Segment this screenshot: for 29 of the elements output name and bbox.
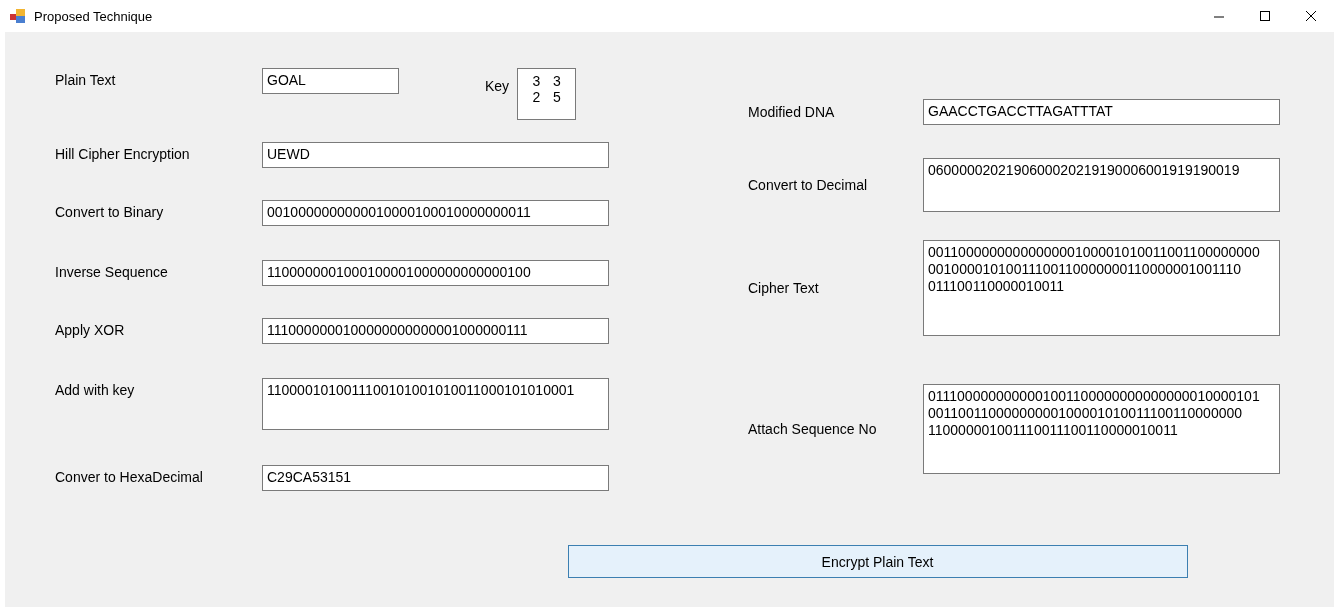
field-label: Inverse Sequence [55, 263, 169, 280]
encrypt-button[interactable]: Encrypt Plain Text [567, 545, 1188, 578]
text-field[interactable]: GOAL [262, 68, 399, 94]
text-field[interactable]: 0111000000000001001100000000000000010000101 00110011000000000100001010011100110000000 110000001001110011100110000010011 [923, 384, 1280, 474]
window-title: Proposed Technique [34, 8, 153, 24]
app-icon [10, 9, 26, 23]
field-label: Hill Cipher Encryption [55, 145, 191, 162]
text-field[interactable]: 0011000000000000000100001010011001100000000 00100001010011100110000000110000001001110 011100110000010011 [923, 240, 1280, 336]
field-label: Convert to Decimal [748, 177, 869, 193]
text-field[interactable]: 1100001010011100101001010011000101010001 [262, 378, 609, 430]
field-label: Attach Sequence No [748, 421, 878, 437]
field-label: Cipher Text [748, 280, 820, 296]
maximize-icon[interactable] [1259, 10, 1271, 22]
field-label: Apply XOR [55, 321, 126, 338]
key-label: Key [485, 77, 510, 94]
key-matrix-field[interactable]: 3 3 2 5 [517, 68, 577, 120]
text-field[interactable]: 0600000202190600020219190006001919190019 [923, 158, 1280, 212]
close-icon[interactable] [1305, 10, 1317, 22]
text-field[interactable]: 1100000001000100001000000000000100 [262, 260, 609, 286]
field-label: Add with key [55, 381, 136, 398]
field-label: Plain Text [55, 71, 117, 88]
field-label: Convert to Binary [55, 203, 165, 220]
text-field[interactable]: C29CA53151 [262, 465, 609, 491]
text-field[interactable]: 1110000000100000000000001000000111 [262, 318, 609, 344]
field-label: Conver to HexaDecimal [55, 468, 204, 485]
text-field[interactable]: UEWD [262, 142, 609, 168]
field-label: Modified DNA [748, 104, 836, 120]
text-field[interactable]: 0010000000000010000100010000000011 [262, 200, 609, 226]
text-field[interactable]: GAACCTGACCTTAGATTTAT [923, 99, 1280, 125]
